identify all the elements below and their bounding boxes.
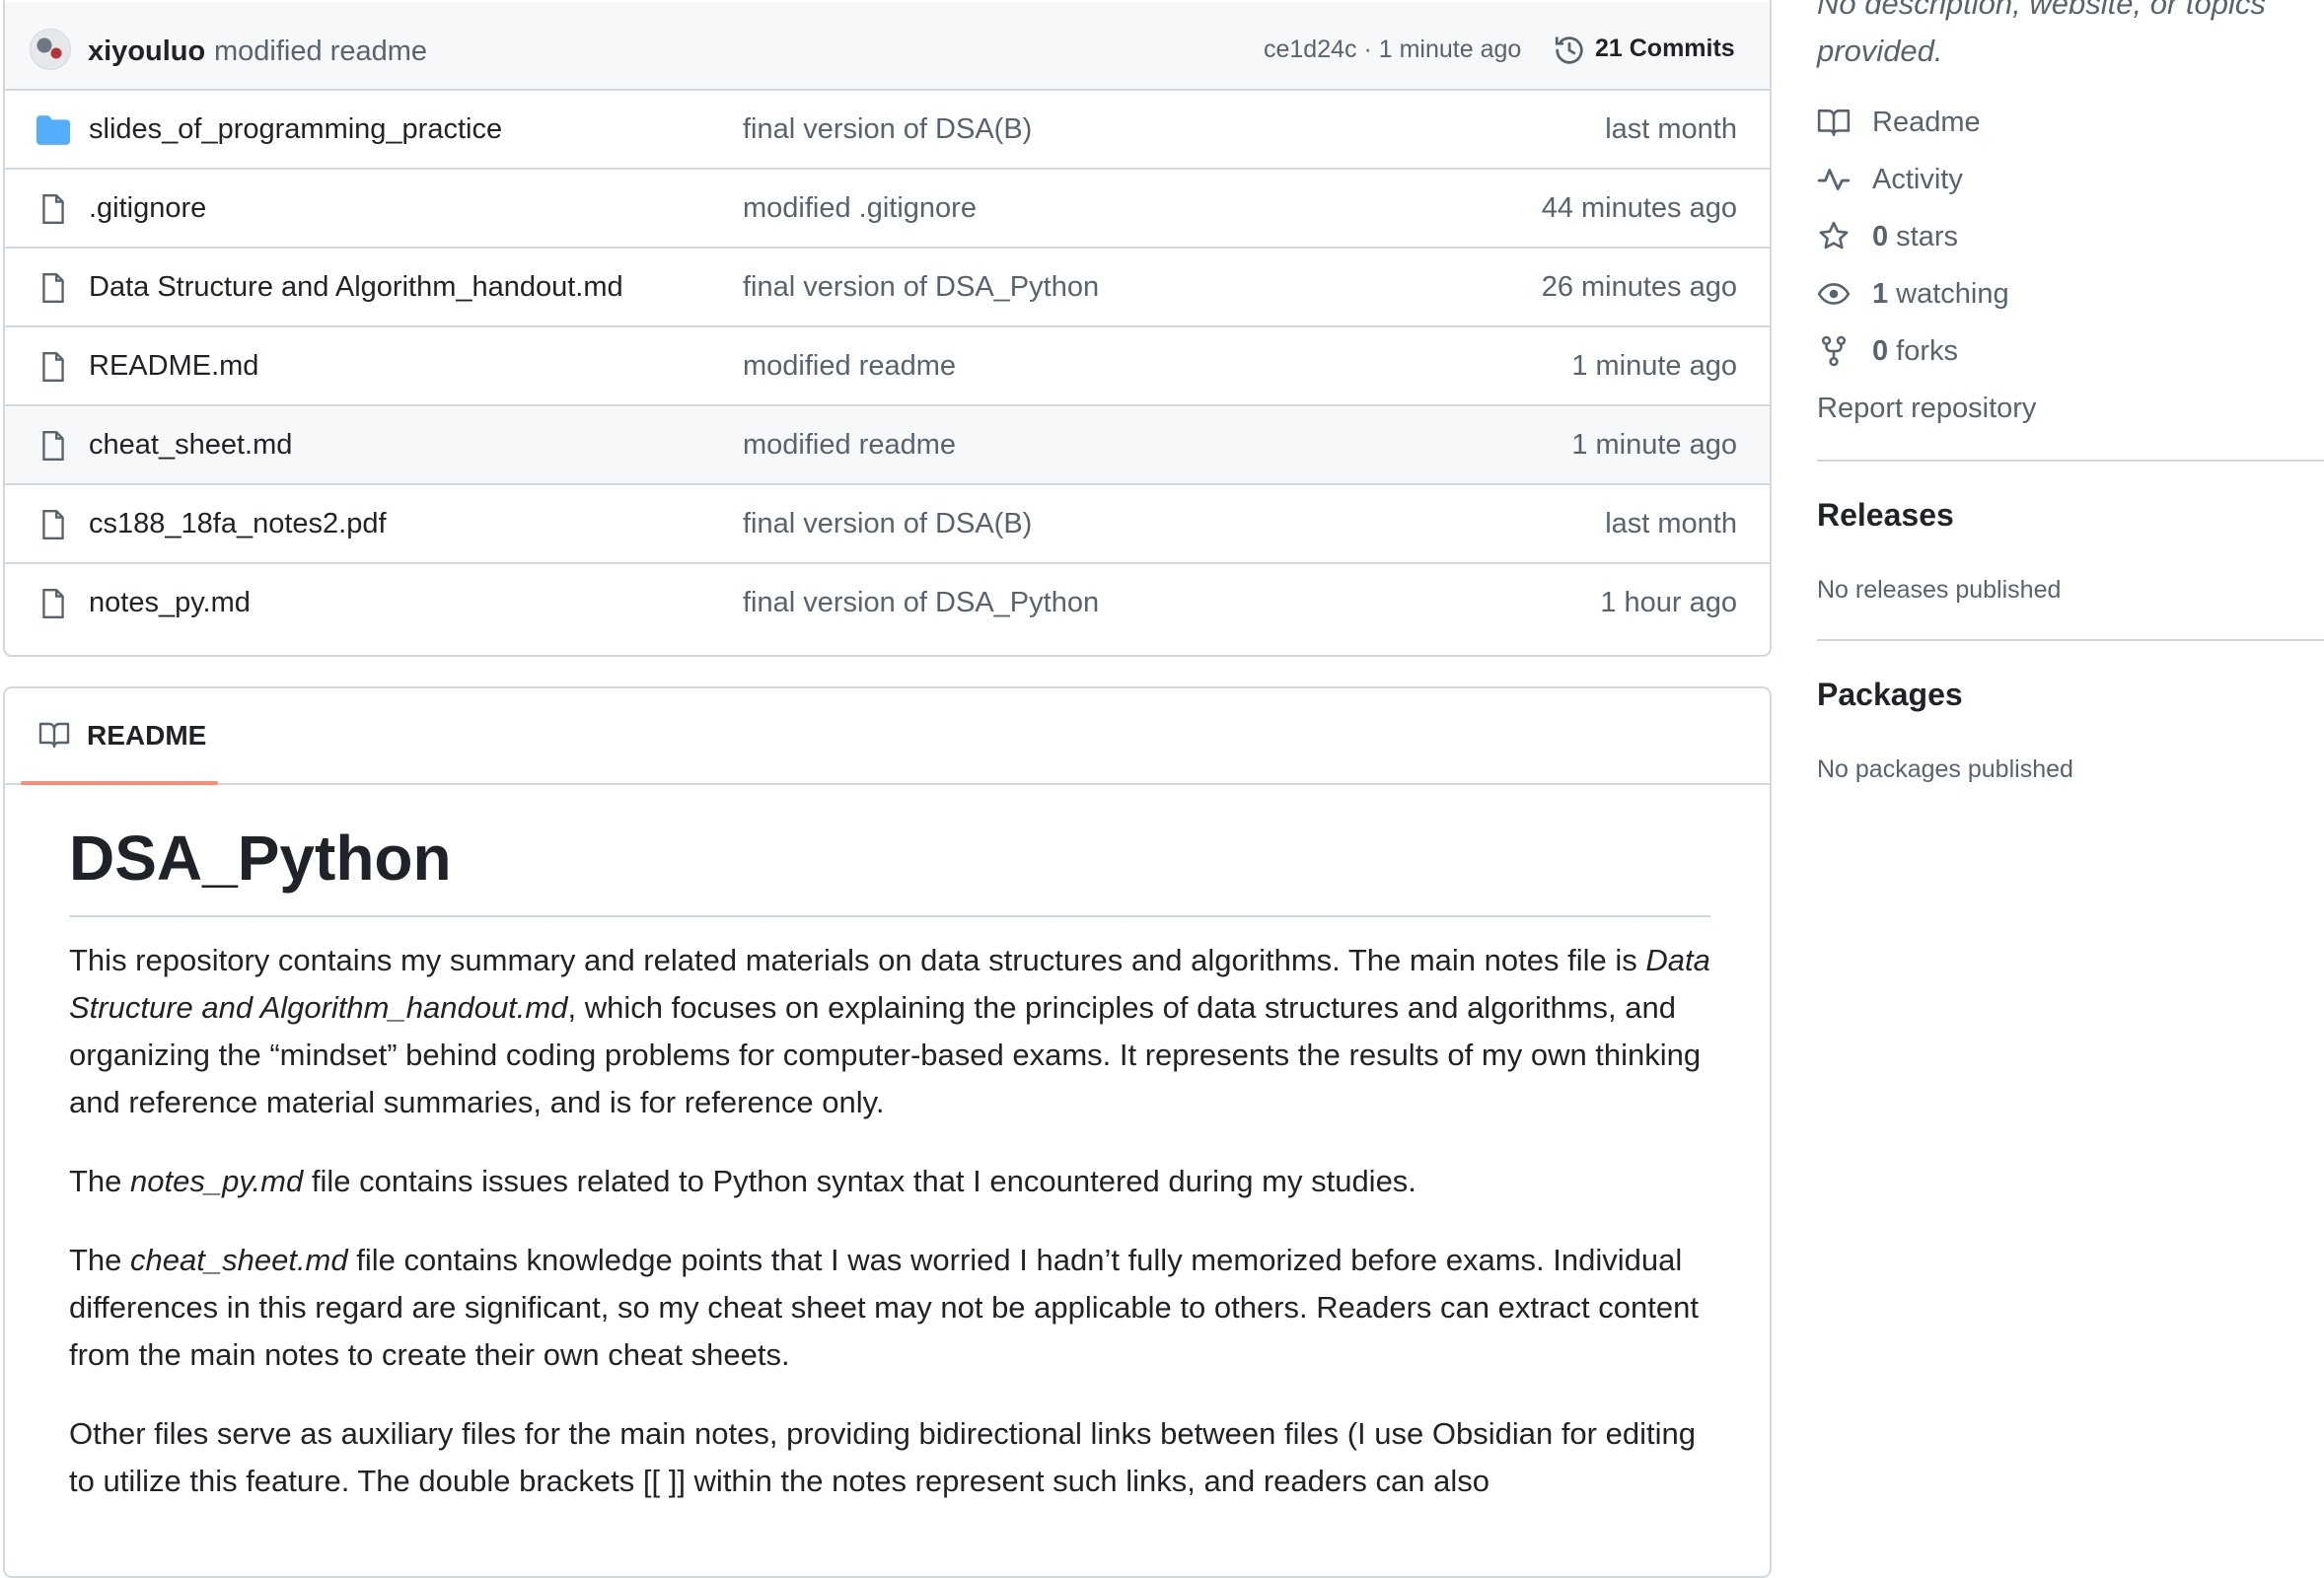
- file-commit-message[interactable]: modified readme: [743, 350, 956, 383]
- file-commit-time: 1 minute ago: [1571, 429, 1737, 461]
- commit-author[interactable]: xiyouluo: [88, 36, 205, 68]
- folder-icon: [36, 115, 70, 145]
- file-row[interactable]: Data Structure and Algorithm_handout.md …: [5, 247, 1770, 327]
- book-icon: [1817, 109, 1851, 137]
- readme-content: DSA_Python This repository contains my s…: [69, 817, 1710, 1537]
- sidebar-forks-link[interactable]: 0 forks: [1817, 331, 1958, 371]
- file-list: xiyouluo modified readme ce1d24c · 1 min…: [3, 0, 1772, 657]
- eye-icon: [1817, 283, 1851, 305]
- packages-note: No packages published: [1817, 755, 2073, 783]
- file-commit-message[interactable]: final version of DSA_Python: [743, 271, 1099, 304]
- file-commit-message[interactable]: final version of DSA_Python: [743, 587, 1099, 619]
- sidebar-activity-link[interactable]: Activity: [1817, 160, 1963, 199]
- commit-hash-time[interactable]: ce1d24c · 1 minute ago: [1264, 36, 1521, 64]
- file-name[interactable]: cheat_sheet.md: [89, 429, 292, 462]
- readme-panel: README DSA_Python This repository contai…: [3, 686, 1772, 1578]
- readme-title: DSA_Python: [69, 817, 1710, 917]
- readme-header: README: [5, 688, 1770, 785]
- commit-message[interactable]: modified readme: [214, 36, 427, 68]
- file-icon: [42, 352, 64, 382]
- file-commit-time: 44 minutes ago: [1541, 192, 1737, 224]
- file-row[interactable]: notes_py.md final version of DSA_Python …: [5, 562, 1770, 643]
- avatar[interactable]: [30, 29, 71, 70]
- sidebar-watching-link[interactable]: 1 watching: [1817, 274, 2009, 314]
- file-icon: [42, 510, 64, 539]
- stars-count: 0: [1872, 220, 1889, 252]
- file-icon: [42, 194, 64, 224]
- forks-count: 0: [1872, 334, 1889, 367]
- file-row-folder[interactable]: slides_of_programming_practice final ver…: [5, 89, 1770, 170]
- file-commit-message[interactable]: modified readme: [743, 429, 956, 462]
- sidebar-readme-label: Readme: [1872, 106, 1981, 138]
- file-row[interactable]: .gitignore modified .gitignore 44 minute…: [5, 168, 1770, 249]
- releases-note: No releases published: [1817, 576, 2062, 604]
- sidebar-activity-label: Activity: [1872, 163, 1963, 195]
- watching-count: 1: [1872, 277, 1889, 310]
- report-repository-label: Report repository: [1817, 392, 2037, 424]
- file-commit-message[interactable]: final version of DSA(B): [743, 508, 1032, 540]
- latest-commit-bar: xiyouluo modified readme ce1d24c · 1 min…: [5, 2, 1770, 103]
- file-commit-time: 1 hour ago: [1600, 587, 1737, 618]
- file-commit-time: 1 minute ago: [1571, 350, 1737, 382]
- watching-label: watching: [1896, 277, 2009, 310]
- forks-label: forks: [1896, 334, 1958, 367]
- file-commit-time: last month: [1605, 113, 1737, 145]
- file-name[interactable]: cs188_18fa_notes2.pdf: [89, 508, 387, 540]
- file-commit-time: 26 minutes ago: [1541, 271, 1737, 303]
- file-name[interactable]: Data Structure and Algorithm_handout.md: [89, 271, 623, 304]
- star-icon: [1819, 221, 1849, 250]
- active-tab-underline: [21, 781, 218, 785]
- pulse-icon: [1817, 169, 1851, 190]
- sidebar-divider: [1817, 460, 2324, 462]
- file-icon: [42, 589, 64, 618]
- readme-paragraph: Other files serve as auxiliary files for…: [69, 1416, 1696, 1498]
- file-row[interactable]: README.md modified readme 1 minute ago: [5, 325, 1770, 406]
- file-name[interactable]: notes_py.md: [89, 587, 251, 619]
- file-icon: [42, 431, 64, 461]
- file-row[interactable]: cs188_18fa_notes2.pdf final version of D…: [5, 483, 1770, 564]
- stars-label: stars: [1896, 220, 1958, 252]
- report-repository-link[interactable]: Report repository: [1817, 389, 2036, 428]
- sidebar-readme-link[interactable]: Readme: [1817, 103, 1981, 142]
- file-name[interactable]: README.md: [89, 350, 258, 383]
- about-sidebar: No description, website, or topics provi…: [1817, 0, 2324, 1537]
- file-name[interactable]: .gitignore: [89, 192, 206, 225]
- tab-readme[interactable]: README: [21, 688, 218, 785]
- book-icon: [38, 722, 70, 749]
- about-description: No description, website, or topics provi…: [1817, 0, 2266, 68]
- readme-paragraph: The notes_py.md file contains issues rel…: [69, 1164, 1416, 1198]
- releases-heading[interactable]: Releases: [1817, 497, 1954, 534]
- sidebar-stars-link[interactable]: 0 stars: [1817, 217, 1958, 256]
- file-commit-message[interactable]: modified .gitignore: [743, 192, 977, 225]
- packages-heading[interactable]: Packages: [1817, 677, 1963, 713]
- sidebar-divider: [1817, 639, 2324, 641]
- file-commit-message[interactable]: final version of DSA(B): [743, 113, 1032, 146]
- fork-icon: [1821, 335, 1847, 367]
- history-icon[interactable]: [1553, 34, 1586, 67]
- commits-count-link[interactable]: 21 Commits: [1595, 35, 1735, 63]
- readme-paragraph: This repository contains my summary and …: [69, 943, 1710, 1119]
- file-icon: [42, 273, 64, 303]
- readme-tab-label: README: [87, 720, 207, 751]
- file-commit-time: last month: [1605, 508, 1737, 539]
- file-row[interactable]: cheat_sheet.md modified readme 1 minute …: [5, 404, 1770, 485]
- file-name[interactable]: slides_of_programming_practice: [89, 113, 502, 146]
- readme-paragraph: The cheat_sheet.md file contains knowled…: [69, 1243, 1699, 1372]
